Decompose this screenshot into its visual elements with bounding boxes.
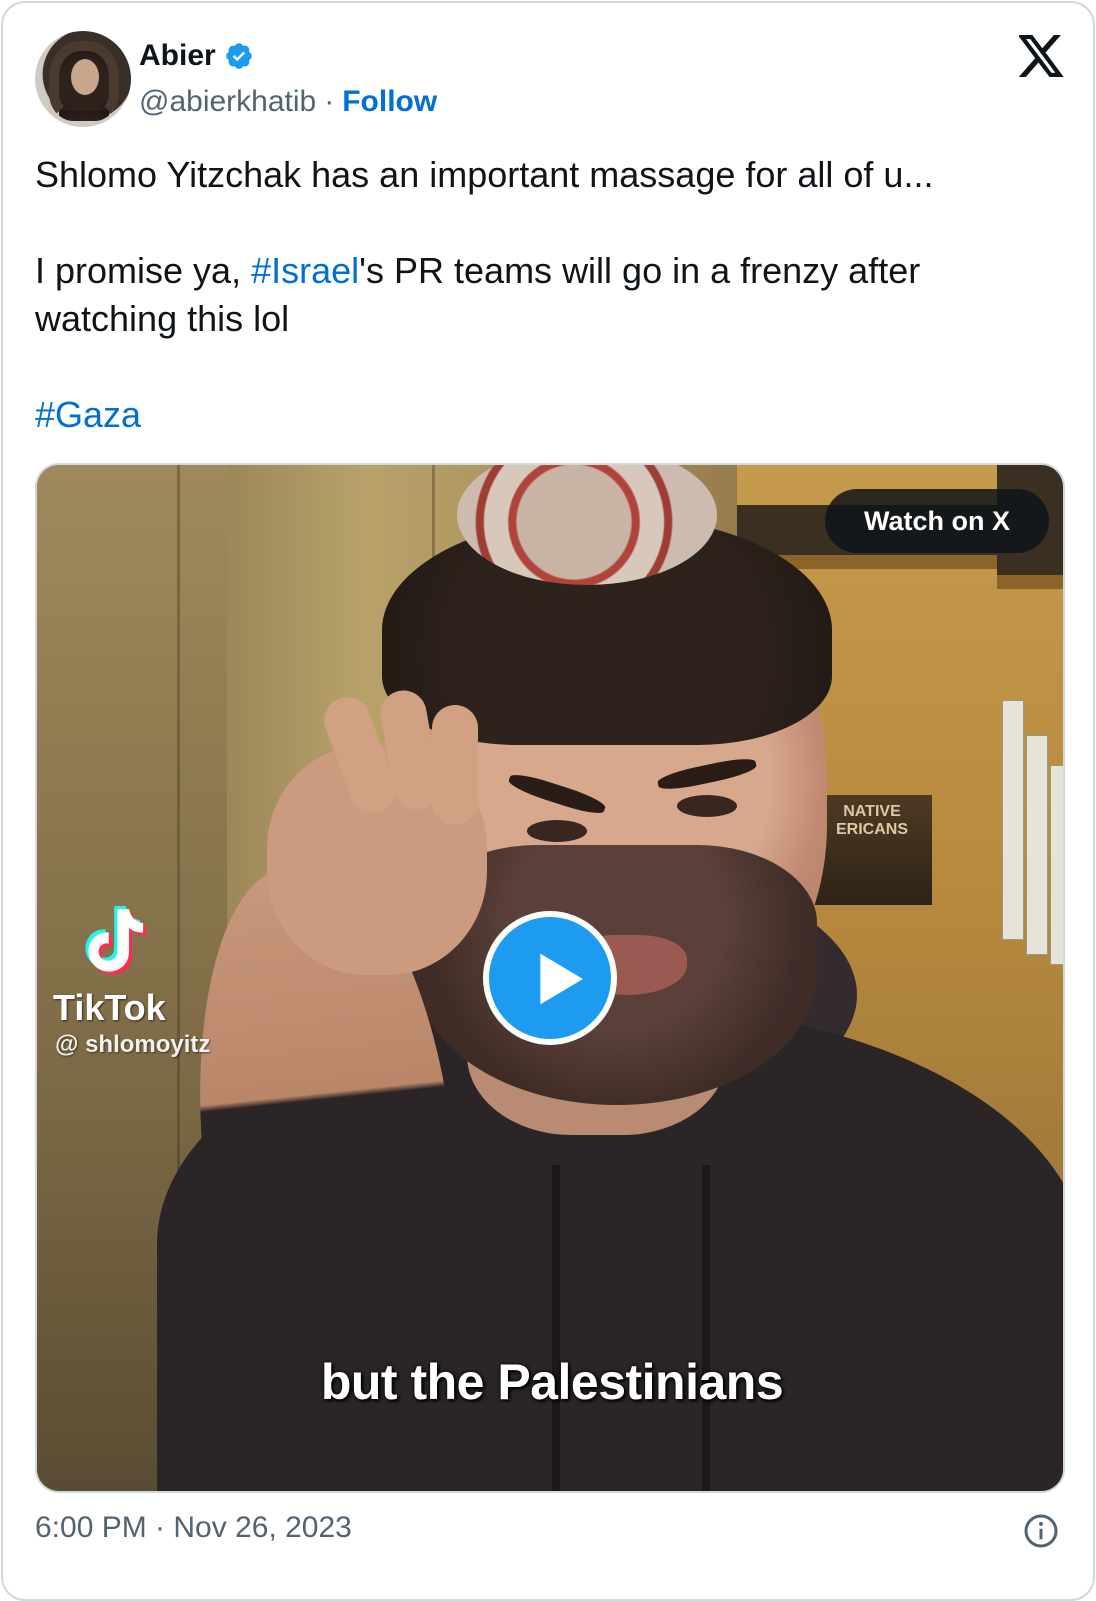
author-name-row: Abier: [139, 39, 254, 73]
hashtag-israel-link[interactable]: #Israel: [251, 250, 359, 291]
author-avatar[interactable]: [35, 31, 131, 127]
tiktok-logo-icon: [77, 903, 153, 981]
info-icon[interactable]: [1023, 1513, 1059, 1549]
background-book: NATIVE ERICANS: [812, 795, 932, 905]
tiktok-handle-watermark: @ shlomoyitz: [55, 1031, 211, 1058]
tiktok-watermark: TikTok: [53, 987, 166, 1028]
book-title-1: NATIVE: [843, 803, 901, 820]
video-caption: but the Palestinians: [320, 1354, 784, 1410]
play-icon: [540, 953, 583, 1005]
handle-separator: ·: [324, 85, 335, 118]
verified-badge-icon: [224, 41, 254, 71]
watch-on-x-button[interactable]: Watch on X: [825, 489, 1049, 553]
x-logo-icon[interactable]: [1017, 35, 1065, 77]
tweet-line-2-prefix: I promise ya,: [35, 250, 252, 291]
play-button[interactable]: [483, 911, 617, 1045]
author-handle-row: @abierkhatib · Follow: [139, 85, 437, 119]
hashtag-gaza-link[interactable]: #Gaza: [35, 394, 141, 435]
tweet-line-2: I promise ya, #Israel's PR teams will go…: [35, 247, 1055, 343]
tweet-line-1: Shlomo Yitzchak has an important massage…: [35, 154, 934, 195]
author-display-name[interactable]: Abier: [139, 39, 216, 73]
author-handle[interactable]: @abierkhatib: [139, 85, 316, 119]
follow-button[interactable]: Follow: [342, 85, 437, 119]
video-player[interactable]: NATIVE ERICANS Watch on X TikTok @ shlom…: [35, 463, 1065, 1493]
tweet-card: Abier @abierkhatib · Follow Shlomo Yitzc…: [1, 1, 1095, 1601]
tweet-timestamp[interactable]: 6:00 PM · Nov 26, 2023: [35, 1511, 352, 1545]
tweet-text: Shlomo Yitzchak has an important massage…: [35, 151, 1055, 439]
book-title-2: ERICANS: [835, 821, 908, 838]
